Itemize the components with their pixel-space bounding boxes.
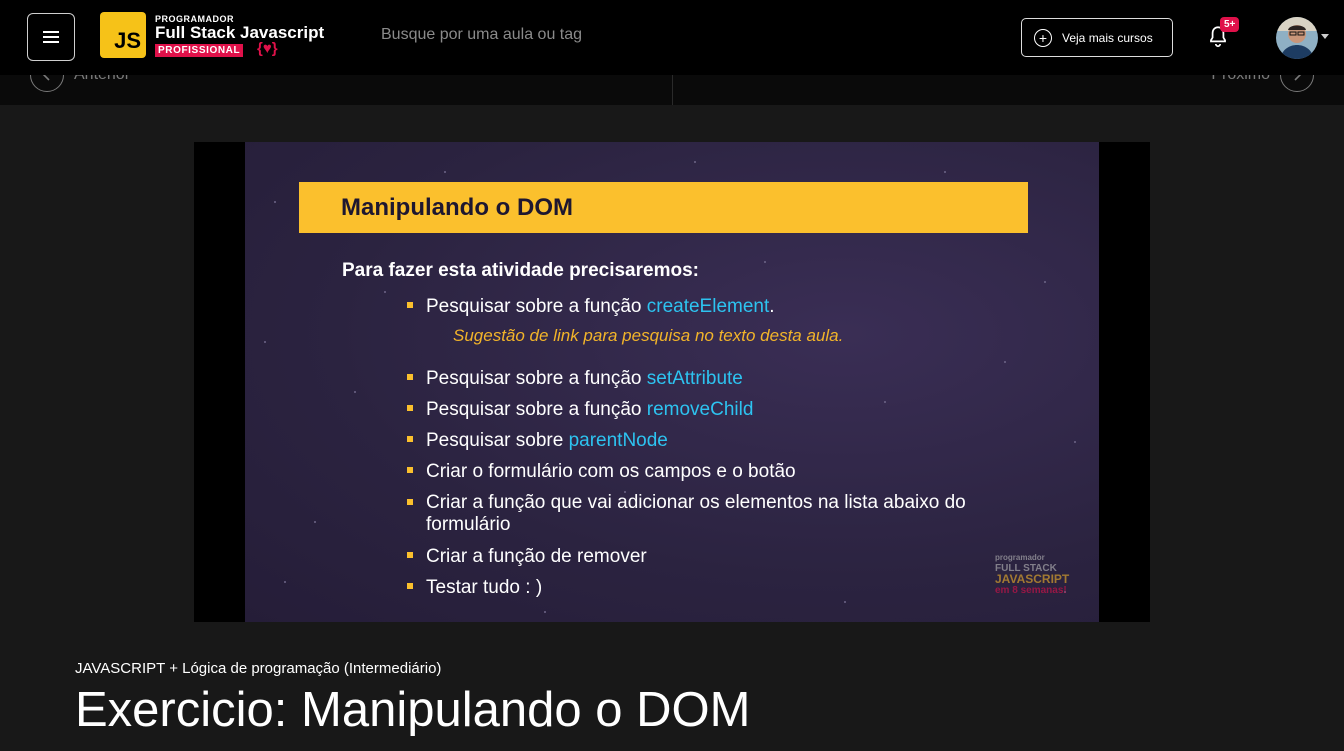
avatar-image — [1276, 17, 1318, 59]
previous-lesson-label: Anterior — [74, 75, 130, 84]
slide-bullet: Testar tudo : ) — [407, 577, 542, 599]
slide-suggestion: Sugestão de link para pesquisa no texto … — [453, 326, 844, 345]
video-player[interactable]: Manipulando o DOM Para fazer esta ativid… — [194, 142, 1150, 622]
slide-bullet: Pesquisar sobre a função setAttribute — [407, 368, 743, 390]
slide-bullet: Pesquisar sobre a função createElement. — [407, 296, 775, 318]
slide-bullet: Criar a função que vai adicionar os elem… — [407, 492, 1036, 536]
notification-badge: 5+ — [1220, 17, 1240, 32]
next-lesson-label: Próximo — [1211, 75, 1270, 84]
slide-bullet: Pesquisar sobre parentNode — [407, 430, 668, 452]
plus-circle-icon: + — [1034, 28, 1052, 47]
previous-lesson-link[interactable]: Anterior — [30, 75, 130, 92]
slide-watermark: programador FULL STACK JAVASCRIPT em 8 s… — [995, 553, 1070, 596]
top-header: JS PROGRAMADOR Full Stack Javascript PRO… — [0, 0, 1344, 75]
course-category[interactable]: JAVASCRIPT + Lógica de programação (Inte… — [75, 660, 441, 677]
logo-brace: {♥} — [257, 40, 278, 57]
next-lesson-link[interactable]: Próximo — [1211, 75, 1314, 92]
logo-tag-line: PROFISSIONAL — [155, 44, 244, 57]
slide-title-bar: Manipulando o DOM — [299, 182, 1028, 233]
nav-divider — [672, 75, 673, 105]
user-menu-caret-icon[interactable] — [1321, 34, 1329, 39]
chevron-right-icon — [1280, 75, 1314, 92]
chevron-left-icon — [30, 75, 64, 92]
search-input[interactable] — [381, 26, 781, 44]
menu-button[interactable] — [27, 13, 75, 61]
lesson-title: Exercicio: Manipulando o DOM — [75, 683, 751, 737]
hamburger-menu-icon — [43, 31, 59, 43]
user-avatar[interactable] — [1276, 17, 1318, 59]
slide-intro: Para fazer esta atividade precisaremos: — [342, 260, 699, 281]
logo-main-line: Full Stack Javascript — [155, 23, 325, 42]
slide-bullet: Pesquisar sobre a função removeChild — [407, 399, 753, 421]
lesson-nav-bar: Anterior Próximo — [0, 75, 1344, 105]
slide-bullet: Criar o formulário com os campos e o bot… — [407, 461, 796, 483]
video-slide: Manipulando o DOM Para fazer esta ativid… — [245, 142, 1099, 622]
slide-title: Manipulando o DOM — [341, 194, 573, 221]
slide-bullet: Criar a função de remover — [407, 546, 647, 568]
logo-js-badge: JS — [100, 12, 146, 58]
more-courses-label: Veja mais cursos — [1062, 30, 1153, 45]
site-logo[interactable]: JS PROGRAMADOR Full Stack Javascript PRO… — [100, 12, 340, 60]
more-courses-button[interactable]: + Veja mais cursos — [1021, 18, 1173, 57]
